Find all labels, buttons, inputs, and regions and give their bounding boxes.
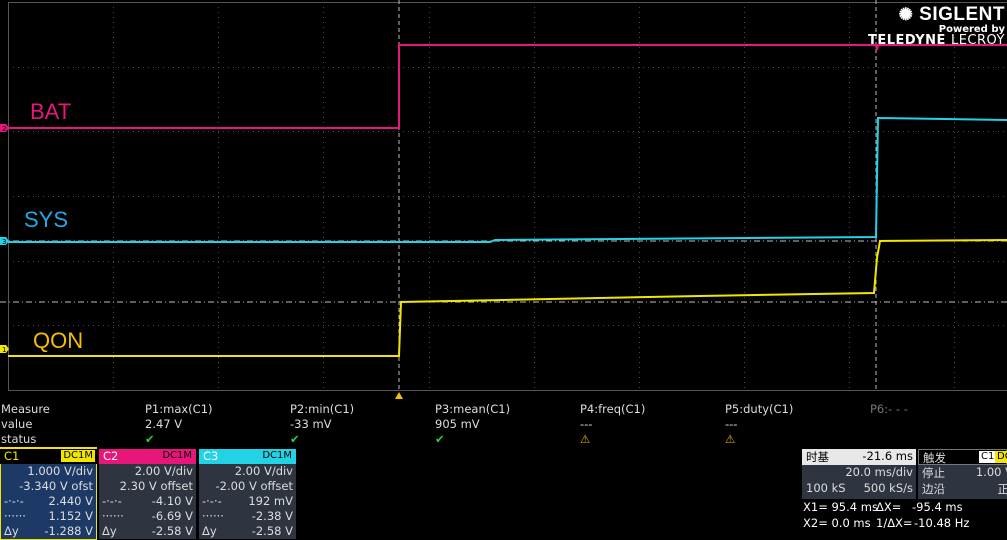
trigger-panel[interactable]: 触发 C1 DC 停止 1.00 V 边沿 正 xyxy=(918,449,1007,499)
c1-ya-value: 2.440 V xyxy=(49,494,93,508)
trigger-source: C1 xyxy=(979,451,996,463)
c3-dy-label: Δy xyxy=(202,524,217,538)
sys-label: SYS xyxy=(24,207,68,233)
cursor-yb-icon: ······ xyxy=(102,509,124,523)
c2-yb-value: -6.69 V xyxy=(152,509,193,523)
channel-c2-coupling: DC1M xyxy=(160,450,194,462)
c3-scale: 2.00 V/div xyxy=(235,464,293,478)
measure-p3-header[interactable]: P3:mean(C1) xyxy=(435,402,510,416)
measure-p4-header[interactable]: P4:freq(C1) xyxy=(580,402,645,416)
c1-dy-value: -1.288 V xyxy=(44,524,93,538)
c3-yb-value: -2.38 V xyxy=(252,509,293,523)
sample-rate: 500 kS/s xyxy=(864,481,913,495)
cursor-readout: X1= 95.4 ms ΔX= -95.4 ms X2= 0.0 ms 1/ΔX… xyxy=(802,500,1007,539)
partner-a: TELEDYNE xyxy=(868,33,946,48)
channel-c3-name: C3 xyxy=(203,449,218,463)
timebase-scale: 20.0 ms/div xyxy=(845,465,913,479)
warning-icon: ⚠ xyxy=(580,432,590,446)
cursor-ya-icon: -·-·- xyxy=(102,494,122,508)
timebase-delay: -21.6 ms xyxy=(862,449,913,463)
channel-c1-coupling: DC1M xyxy=(61,450,95,462)
c2-ya-value: -4.10 V xyxy=(152,494,193,508)
c3-marker-label: 3 xyxy=(2,238,6,246)
channel-c3-coupling: DC1M xyxy=(260,450,294,462)
cursor-x2: X2= 0.0 ms xyxy=(803,516,871,530)
cursor-x1: X1= 95.4 ms xyxy=(803,500,878,514)
c1-scale: 1.000 V/div xyxy=(27,464,93,478)
cursor-ya-icon: -·-·- xyxy=(4,494,24,508)
c3-dy-value: -2.58 V xyxy=(252,524,293,538)
c2-offset: 2.30 V offset xyxy=(120,479,193,493)
trigger-slope: 正 xyxy=(998,481,1007,497)
partner-b: LECROY xyxy=(951,33,1005,48)
siglent-swirl-icon: ✺ xyxy=(899,5,914,24)
c1-marker-label: 1 xyxy=(2,346,6,354)
memory-depth: 100 kS xyxy=(806,481,846,495)
trace-c3-sys xyxy=(8,118,1007,242)
c1-yb-value: 1.152 V xyxy=(49,509,93,523)
p4-value: --- xyxy=(580,417,592,431)
channel-c2-name: C2 xyxy=(103,449,118,463)
brand-logo: ✺ SIGLENT Powered by TELEDYNE LECROY xyxy=(868,4,1005,48)
trigger-label: 触发 xyxy=(923,450,946,466)
c2-dy-value: -2.58 V xyxy=(152,524,193,538)
check-icon: ✔ xyxy=(145,432,155,446)
c2-dy-label: Δy xyxy=(102,524,117,538)
channel-c1-box[interactable]: C1 DC1M 1.000 V/div -3.340 V ofst -·-·- 2… xyxy=(0,449,97,539)
cursor-yb-icon: ······ xyxy=(4,509,26,523)
measure-p5-header[interactable]: P5:duty(C1) xyxy=(725,402,793,416)
p1-value: 2.47 V xyxy=(145,417,182,431)
trigger-level: 1.00 V xyxy=(976,465,1007,479)
trigger-type: 边沿 xyxy=(922,481,945,497)
measure-p6-header[interactable]: P6:- - - xyxy=(870,402,908,416)
measure-p2-header[interactable]: P2:min(C1) xyxy=(290,402,354,416)
trigger-position-marker[interactable] xyxy=(395,392,403,399)
timebase-panel[interactable]: 时基 -21.6 ms 20.0 ms/div 100 kS 500 kS/s xyxy=(802,449,916,499)
measure-panel[interactable]: Measure P1:max(C1) P2:min(C1) P3:mean(C1… xyxy=(0,402,1007,448)
status-row-label: status xyxy=(1,432,36,446)
channel-c1-name: C1 xyxy=(4,449,19,463)
qon-label: QON xyxy=(33,328,83,354)
trace-c1-qon xyxy=(8,240,1007,356)
c1-offset: -3.340 V ofst xyxy=(19,479,93,493)
value-row-label: value xyxy=(1,417,32,431)
c3-offset: -2.00 V offset xyxy=(216,479,293,493)
graticule xyxy=(8,2,1007,391)
c3-ya-value: 192 mV xyxy=(248,494,293,508)
cursor-yb-icon: ······ xyxy=(202,509,224,523)
channel-c3-box[interactable]: C3 DC1M 2.00 V/div -2.00 V offset -·-·- 1… xyxy=(199,449,296,539)
c2-scale: 2.00 V/div xyxy=(135,464,193,478)
cursor-inv-dx-label: 1/ΔX= xyxy=(876,516,913,530)
p5-value: --- xyxy=(725,417,737,431)
measure-p1-header[interactable]: P1:max(C1) xyxy=(145,402,213,416)
cursor-ya-icon: -·-·- xyxy=(202,494,222,508)
check-icon: ✔ xyxy=(435,432,445,446)
cursor-dx-value: -95.4 ms xyxy=(912,500,963,514)
cursor-inv-dx-value: -10.48 Hz xyxy=(914,516,969,530)
waveform-grid: 2 3 1 xyxy=(0,0,1007,405)
trigger-coupling: DC xyxy=(995,451,1007,463)
measure-header: Measure xyxy=(1,402,50,416)
cursor-dx-label: ΔX= xyxy=(876,500,901,514)
warning-icon: ⚠ xyxy=(725,432,735,446)
waveform-display[interactable]: 2 3 1 BAT SYS QON ✺ SIGLENT Powered by T… xyxy=(0,0,1007,405)
c1-dy-label: Δy xyxy=(4,524,19,538)
check-icon: ✔ xyxy=(290,432,300,446)
channel-c2-box[interactable]: C2 DC1M 2.00 V/div 2.30 V offset -·-·- -4… xyxy=(99,449,196,539)
p2-value: -33 mV xyxy=(290,417,332,431)
trace-c2-bat xyxy=(8,45,1007,128)
c2-marker-label: 2 xyxy=(2,125,6,133)
timebase-label: 时基 xyxy=(806,449,829,465)
trigger-mode: 停止 xyxy=(922,465,945,481)
bat-label: BAT xyxy=(30,99,71,125)
p3-value: 905 mV xyxy=(435,417,480,431)
brand-name: SIGLENT xyxy=(919,4,1005,25)
